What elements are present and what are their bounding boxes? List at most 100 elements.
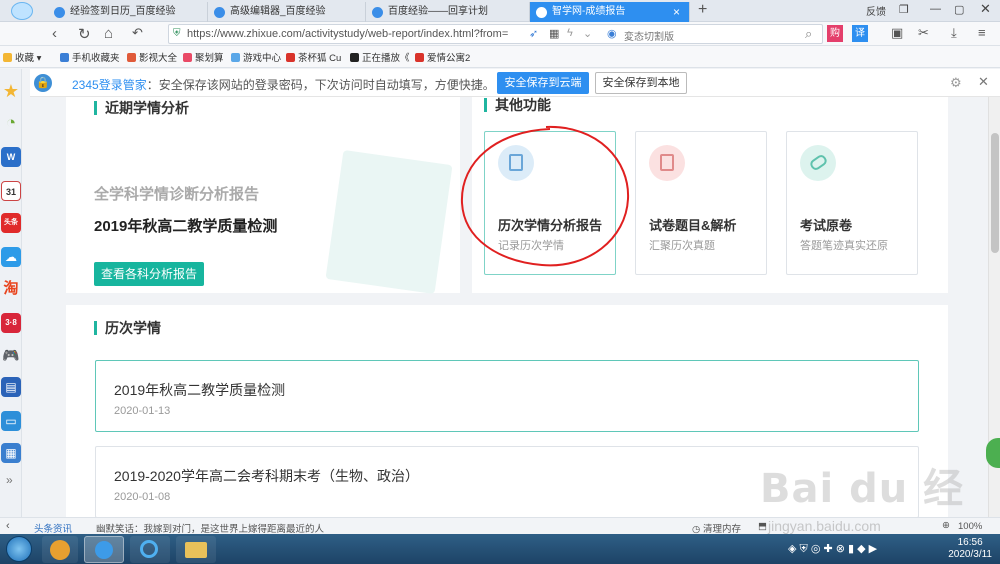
maximize-icon[interactable]: ▢	[954, 3, 964, 16]
tray-icons[interactable]: ◈ ⛨ ◎ ✚ ⊗ ▮ ◆ ▶	[788, 542, 877, 556]
clock-icon[interactable]: ◔	[1, 113, 21, 133]
star-icon	[3, 53, 12, 62]
taskbar-browser-icon[interactable]	[84, 536, 124, 563]
computer-icon[interactable]: ▭	[1, 411, 21, 431]
shopping-button[interactable]: 购	[827, 25, 843, 42]
browser-sidebar: ★ ◔ W 31 头条 ☁ 淘 3·8 🎮 ▤ ▭ ▦ »	[0, 69, 22, 517]
bookmark-favorites[interactable]: 收藏 ▾	[3, 50, 41, 64]
page-content: 近期学情分析 全学科学情诊断分析报告 2019年秋高二教学质量检测 查看各科分析…	[22, 97, 988, 517]
favorites-star-icon[interactable]: ★	[1, 81, 21, 101]
report-illustration-icon	[325, 149, 453, 295]
start-button[interactable]	[6, 536, 32, 562]
clean-memory-button[interactable]: ◷ 清理内存	[692, 521, 741, 535]
refresh-icon[interactable]: ↻	[78, 25, 91, 43]
bookmark-item[interactable]: 游戏中心	[231, 50, 281, 64]
menu-icon[interactable]: ≡	[978, 25, 986, 40]
scissors-icon[interactable]: ✂	[918, 25, 929, 41]
original-paper-function[interactable]: 考试原卷 答题笔迹真实还原	[786, 131, 918, 275]
feedback-link[interactable]: 反馈	[866, 3, 886, 18]
lock-icon: 🔒	[34, 74, 52, 92]
phone-icon	[60, 53, 69, 62]
mode-label[interactable]: 変态切割版	[624, 28, 674, 43]
back-icon[interactable]: ‹	[52, 25, 57, 42]
analysis-subtitle: 全学科学情诊断分析报告	[94, 186, 260, 203]
bookmark-item[interactable]: 爱情公寓2	[415, 50, 470, 64]
weather-icon[interactable]: ☁	[1, 247, 21, 267]
skin-icon[interactable]: ❐	[899, 3, 909, 16]
new-tab-icon[interactable]: +	[698, 1, 707, 19]
scrollbar-thumb[interactable]	[991, 133, 999, 253]
taskbar-app-icon[interactable]	[42, 536, 78, 563]
news-link[interactable]: 头条资讯	[34, 521, 72, 535]
toutiao-icon[interactable]: 头条	[1, 213, 21, 233]
scroll-left-icon[interactable]: ‹	[6, 520, 10, 532]
watermark-url: jingyan.baidu.com	[768, 518, 881, 534]
analysis-exam-title: 2019年秋高二教学质量检测	[94, 218, 278, 235]
bookmark-item[interactable]: 茶杯狐 Cu	[286, 50, 341, 64]
rocket-icon[interactable]: ➶	[529, 27, 538, 40]
tab-2[interactable]: 高级编辑器_百度经验	[208, 2, 366, 22]
zoom-level[interactable]: 100%	[958, 521, 982, 532]
dropdown-icon[interactable]: ⌄	[583, 27, 592, 40]
translate-button[interactable]: 译	[852, 25, 868, 42]
password-manager-bar: 🔒 2345登录管家：安全保存该网站的登录密码，下次访问时自动填写，方便快捷。 …	[30, 69, 1000, 97]
fox-icon	[286, 53, 295, 62]
taobao-icon[interactable]: 淘	[1, 279, 21, 299]
search-icon[interactable]: ⌕	[805, 26, 812, 42]
mode-icon: ◉	[607, 28, 617, 40]
tab-close-icon[interactable]: ×	[673, 2, 680, 22]
windows-taskbar: ◈ ⛨ ◎ ✚ ⊗ ▮ ◆ ▶ 16:56 2020/3/11	[0, 534, 1000, 564]
history-section-title: 历次学情	[94, 321, 161, 335]
password-message: 2345登录管家：安全保存该网站的登录密码，下次访问时自动填写，方便快捷。	[72, 78, 495, 92]
paw-icon	[372, 7, 383, 18]
taskbar-clock[interactable]: 16:56 2020/3/11	[948, 537, 992, 561]
apps-icon[interactable]: ▣	[891, 25, 903, 41]
fox-icon	[415, 53, 424, 62]
film-icon[interactable]: ▤	[1, 377, 21, 397]
gamepad-icon[interactable]: 🎮	[1, 345, 21, 365]
bookmark-item[interactable]: 正在播放《	[350, 50, 410, 64]
address-toolbar: ‹ ↻ ⌂ ↶ ⛨ https://www.zhixue.com/activit…	[0, 22, 1000, 46]
avatar-icon	[11, 2, 33, 20]
close-bar-icon[interactable]: ✕	[978, 74, 989, 90]
view-subject-report-button[interactable]: 查看各科分析报告	[94, 262, 204, 286]
calculator-icon[interactable]: ▦	[1, 443, 21, 463]
exam-questions-function[interactable]: 试卷题目&解析 汇聚历次真题	[635, 131, 767, 275]
bookmark-item[interactable]: 聚划算	[183, 50, 224, 64]
calendar-icon[interactable]: 31	[1, 181, 21, 201]
tab-1[interactable]: 经验签到日历_百度经验	[48, 2, 208, 22]
save-local-button[interactable]: 安全保存到本地	[595, 72, 687, 94]
close-window-icon[interactable]: ✕	[980, 1, 991, 17]
analysis-card: 近期学情分析 全学科学情诊断分析报告 2019年秋高二教学质量检测 查看各科分析…	[66, 97, 460, 295]
minimize-icon[interactable]: —	[930, 3, 941, 15]
download-icon[interactable]: ⤓	[951, 25, 957, 41]
download-manager-icon[interactable]: ⬒	[758, 521, 767, 532]
document-icon	[649, 145, 685, 181]
paw-icon	[54, 7, 65, 18]
bookmark-item[interactable]: 影视大全	[127, 50, 177, 64]
history-item[interactable]: 2019年秋高二教学质量检测 2020-01-13	[95, 360, 919, 432]
qr-icon[interactable]: ▦	[549, 27, 559, 40]
joke-text[interactable]: 幽默笑话：我嫁到对门，是这世界上嫁得距离最近的人	[96, 521, 324, 535]
zoom-icon[interactable]: ⊕	[942, 520, 950, 531]
promo-icon[interactable]: 3·8	[1, 313, 21, 333]
url-field[interactable]: ⛨ https://www.zhixue.com/activitystudy/w…	[168, 24, 823, 44]
flash-icon[interactable]: ϟ	[567, 27, 573, 39]
word-icon[interactable]: W	[1, 147, 21, 167]
juhuasuan-icon	[183, 53, 192, 62]
settings-gear-icon[interactable]: ⚙	[950, 75, 962, 91]
bookmark-item[interactable]: 手机收藏夹	[60, 50, 120, 64]
url-text[interactable]: https://www.zhixue.com/activitystudy/web…	[187, 28, 508, 40]
functions-section-title: 其他功能	[484, 98, 551, 112]
game-icon	[231, 53, 240, 62]
secure-icon: ⛨	[173, 28, 181, 39]
save-cloud-button[interactable]: 安全保存到云端	[497, 72, 589, 94]
taskbar-ie-icon[interactable]	[130, 536, 170, 563]
play-icon	[350, 53, 359, 62]
home-icon[interactable]: ⌂	[104, 25, 113, 42]
tab-3[interactable]: 百度经验——回享计划	[366, 2, 530, 22]
taskbar-folder-icon[interactable]	[176, 536, 216, 563]
expand-icon[interactable]: »	[6, 473, 13, 487]
undo-icon[interactable]: ↶	[132, 25, 143, 41]
tab-4-active[interactable]: 智学网-成绩报告 ×	[530, 2, 690, 22]
